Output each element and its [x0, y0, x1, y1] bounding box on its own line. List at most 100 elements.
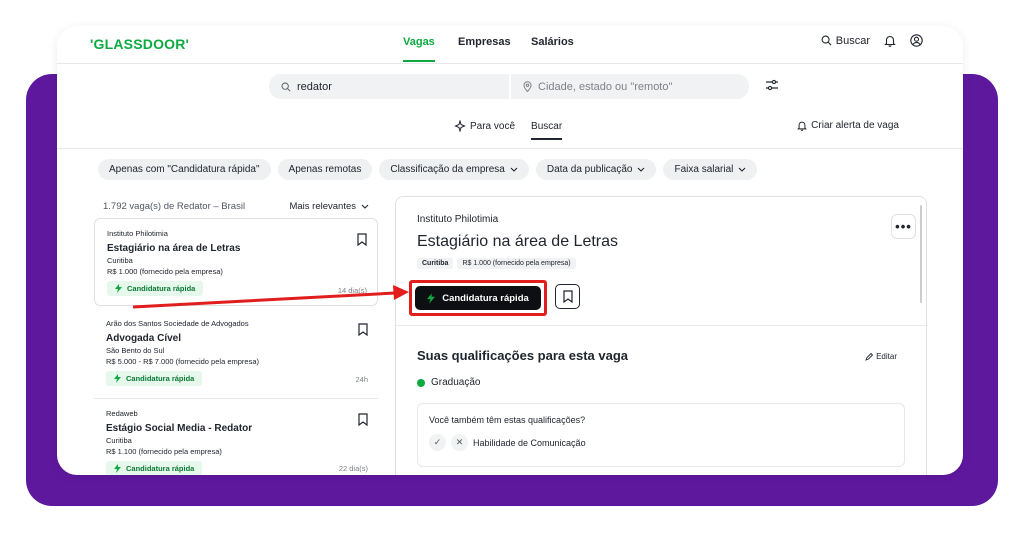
detail-location-tag: Curitiba — [417, 258, 454, 269]
bookmark-icon[interactable] — [358, 413, 368, 426]
glassdoor-logo[interactable]: 'GLASSDOOR' — [90, 36, 189, 52]
apply-highlight-box: Candidatura rápida — [409, 280, 547, 316]
keyword-search-input[interactable]: redator — [269, 74, 509, 99]
top-navigation: 'GLASSDOOR' Vagas Empresas Salários Busc… — [57, 26, 963, 64]
sub-tabs: Para você Buscar — [454, 120, 563, 140]
skill-row: ✓ ✕ Habilidade de Comunicação — [429, 434, 893, 451]
chevron-down-icon — [738, 167, 746, 172]
search-icon — [821, 35, 832, 46]
tab-buscar-label: Buscar — [531, 120, 563, 132]
bell-icon — [797, 120, 808, 131]
filter-settings-icon[interactable] — [765, 79, 779, 91]
sparkle-icon — [454, 120, 466, 132]
job-detail-panel: Instituto Philotimia Estagiário na área … — [395, 196, 928, 475]
chip-remote-label: Apenas remotas — [288, 164, 362, 175]
chip-company-rating[interactable]: Classificação da empresa — [379, 159, 529, 180]
job-location: São Bento do Sul — [106, 346, 165, 355]
education-label: Graduação — [431, 377, 481, 388]
bell-icon[interactable] — [884, 34, 896, 47]
detail-divider — [396, 325, 928, 326]
close-icon[interactable]: ✕ — [451, 434, 468, 451]
job-card-selected[interactable]: Instituto Philotimia Estagiário na área … — [94, 218, 378, 306]
nav-vagas[interactable]: Vagas — [403, 36, 435, 62]
search-icon — [281, 82, 291, 92]
lightning-icon — [115, 284, 122, 293]
search-nav-button[interactable]: Buscar — [821, 35, 870, 47]
search-nav-label: Buscar — [835, 34, 870, 47]
chevron-down-icon — [361, 204, 369, 209]
job-company: Redaweb — [106, 409, 138, 418]
lightning-icon — [114, 374, 121, 383]
job-title: Advogada Cível — [106, 333, 182, 344]
profile-icon[interactable] — [910, 34, 923, 47]
bookmark-icon[interactable] — [357, 233, 367, 246]
detail-company[interactable]: Instituto Philotimia — [417, 214, 498, 225]
job-salary: R$ 1.000 (fornecido pela empresa) — [107, 267, 223, 276]
job-salary: R$ 1.100 (fornecido pela empresa) — [106, 447, 222, 456]
bookmark-icon[interactable] — [358, 323, 368, 336]
top-actions: Buscar — [821, 34, 923, 47]
check-dot-icon — [417, 378, 425, 387]
job-location: Curitiba — [106, 436, 132, 445]
job-card[interactable]: Arão dos Santos Sociedade de Advogados A… — [94, 309, 378, 394]
tab-para-voce[interactable]: Para você — [454, 120, 515, 132]
job-salary: R$ 5.000 - R$ 7.000 (fornecido pela empr… — [106, 357, 260, 366]
qualification-question-box: Você também têm estas qualificações? ✓ ✕… — [417, 403, 905, 467]
keyword-search-value: redator — [297, 80, 332, 93]
pencil-icon — [865, 352, 874, 361]
job-company: Arão dos Santos Sociedade de Advogados — [106, 319, 249, 328]
chip-quick-apply-label: Apenas com "Candidatura rápida" — [109, 164, 260, 175]
quick-apply-button[interactable]: Candidatura rápida — [415, 286, 541, 310]
quick-apply-badge-label: Candidatura rápida — [126, 464, 195, 473]
quick-apply-badge-label: Candidatura rápida — [127, 284, 196, 293]
skill-label: Habilidade de Comunicação — [473, 437, 586, 448]
check-icon[interactable]: ✓ — [429, 434, 446, 451]
browser-window: 'GLASSDOOR' Vagas Empresas Salários Busc… — [57, 26, 963, 475]
chip-remote[interactable]: Apenas remotas — [277, 159, 373, 180]
chip-company-rating-label: Classificação da empresa — [390, 164, 505, 175]
chip-salary-range-label: Faixa salarial — [674, 164, 734, 175]
detail-title: Estagiário na área de Letras — [417, 233, 619, 250]
filter-chips: Apenas com "Candidatura rápida" Apenas r… — [98, 159, 758, 180]
quick-apply-label: Candidatura rápida — [442, 292, 529, 304]
tab-buscar[interactable]: Buscar — [531, 120, 563, 140]
detail-salary-tag: R$ 1.000 (fornecido pela empresa) — [457, 258, 576, 269]
location-placeholder: Cidade, estado ou "remoto" — [538, 80, 673, 93]
create-alert-label: Criar alerta de vaga — [811, 120, 899, 131]
sort-label: Mais relevantes — [289, 201, 356, 212]
location-search-input[interactable]: Cidade, estado ou "remoto" — [511, 74, 749, 99]
more-options-button[interactable]: ••• — [891, 214, 916, 239]
quick-apply-badge: Candidatura rápida — [106, 461, 203, 475]
education-item: Graduação — [417, 377, 480, 388]
qualifications-title: Suas qualificações para esta vaga — [417, 348, 628, 363]
job-company: Instituto Philotimia — [107, 229, 168, 238]
location-pin-icon — [523, 81, 532, 92]
results-count: 1.792 vaga(s) de Redator – Brasil — [103, 201, 246, 212]
job-age: 14 dia(s) — [337, 286, 367, 295]
chip-quick-apply[interactable]: Apenas com "Candidatura rápida" — [98, 159, 271, 180]
header-divider — [57, 148, 963, 149]
job-title: Estágio Social Media - Redator — [106, 423, 253, 434]
chip-salary-range[interactable]: Faixa salarial — [663, 159, 758, 180]
save-job-button[interactable] — [555, 284, 580, 309]
nav-salarios[interactable]: Salários — [531, 36, 574, 48]
job-card[interactable]: Redaweb Estágio Social Media - Redator C… — [94, 398, 378, 475]
edit-button[interactable]: Editar — [865, 352, 897, 361]
chip-date-posted-label: Data da publicação — [546, 164, 633, 175]
quick-apply-badge: Candidatura rápida — [106, 371, 203, 386]
job-age: 24h — [355, 375, 368, 384]
quick-apply-badge: Candidatura rápida — [107, 281, 204, 296]
create-alert-button[interactable]: Criar alerta de vaga — [797, 120, 899, 131]
job-title: Estagiário na área de Letras — [107, 243, 241, 254]
detail-scrollbar[interactable] — [920, 205, 922, 303]
sort-dropdown[interactable]: Mais relevantes — [289, 201, 369, 212]
bookmark-icon — [562, 290, 573, 303]
chevron-down-icon — [637, 167, 645, 172]
detail-tags: Curitiba R$ 1.000 (fornecido pela empres… — [417, 258, 576, 269]
results-header: 1.792 vaga(s) de Redator – Brasil Mais r… — [103, 201, 369, 212]
chevron-down-icon — [510, 167, 518, 172]
nav-empresas[interactable]: Empresas — [458, 36, 511, 48]
chip-date-posted[interactable]: Data da publicação — [535, 159, 657, 180]
qualification-question: Você também têm estas qualificações? — [429, 415, 586, 425]
job-age: 22 dia(s) — [338, 464, 368, 473]
